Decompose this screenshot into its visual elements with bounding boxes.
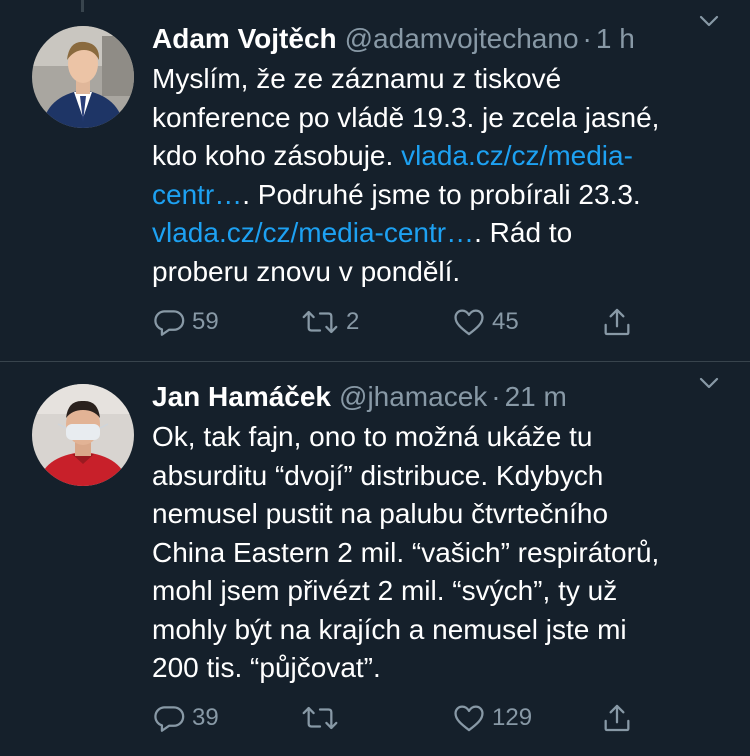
tweet-text: Ok, tak fajn, ono to možná ukáže tu absu… xyxy=(152,421,660,683)
reply-icon xyxy=(154,706,185,732)
tweet-adam-vojtech[interactable]: Adam Vojtěch @adamvojtechano · 1 h Myslím, … xyxy=(0,0,750,362)
chevron-down-icon xyxy=(699,15,719,27)
tweet-header: Jan Hamáček @jhamacek · 21 m xyxy=(152,380,730,414)
avatar[interactable] xyxy=(32,384,134,486)
tweet-link[interactable]: vlada.cz/cz/media-centr… xyxy=(152,217,474,248)
author-handle[interactable]: @adamvojtechano xyxy=(345,23,579,54)
reply-icon xyxy=(154,310,185,336)
author-name[interactable]: Adam Vojtěch xyxy=(152,23,337,54)
share-icon xyxy=(604,308,630,336)
author-handle[interactable]: @jhamacek xyxy=(339,381,487,412)
separator-dot: · xyxy=(582,23,592,54)
share-button[interactable] xyxy=(600,302,634,342)
avatar[interactable] xyxy=(32,26,134,128)
like-count: 45 xyxy=(492,308,519,335)
chevron-down-icon xyxy=(699,377,719,389)
reply-button[interactable]: 39 xyxy=(152,698,219,738)
heart-icon xyxy=(454,309,484,336)
retweet-button[interactable]: 2 xyxy=(300,302,359,342)
tweet-text: Myslím, že ze záznamu z tiskové konferen… xyxy=(152,60,732,291)
reply-count: 39 xyxy=(192,704,219,731)
more-options-button[interactable] xyxy=(696,370,722,401)
like-count: 129 xyxy=(492,704,533,731)
separator-dot: · xyxy=(491,381,501,412)
retweet-icon xyxy=(302,310,338,334)
like-button[interactable]: 129 xyxy=(452,698,532,738)
heart-icon xyxy=(454,705,484,732)
reply-count: 59 xyxy=(192,308,219,335)
reply-button[interactable]: 59 xyxy=(152,302,219,342)
share-icon xyxy=(604,704,630,732)
retweet-icon xyxy=(302,706,338,730)
retweet-count: 2 xyxy=(346,308,360,335)
like-button[interactable]: 45 xyxy=(452,302,519,342)
retweet-button[interactable] xyxy=(300,698,346,738)
author-name[interactable]: Jan Hamáček xyxy=(152,381,331,412)
tweet-jan-hamacek[interactable]: Jan Hamáček @jhamacek · 21 m Ok, tak fajn, … xyxy=(0,362,750,756)
share-button[interactable] xyxy=(600,698,634,738)
timestamp[interactable]: 21 m xyxy=(505,381,567,412)
tweet-text-part: . Podruhé jsme to probírali 23.3. xyxy=(242,178,641,210)
more-options-button[interactable] xyxy=(696,8,722,39)
tweet-actions: 59 2 45 xyxy=(152,302,652,342)
timestamp[interactable]: 1 h xyxy=(596,23,635,54)
tweet-header: Adam Vojtěch @adamvojtechano · 1 h xyxy=(152,22,730,56)
tweet-actions: 39 129 xyxy=(152,698,652,738)
